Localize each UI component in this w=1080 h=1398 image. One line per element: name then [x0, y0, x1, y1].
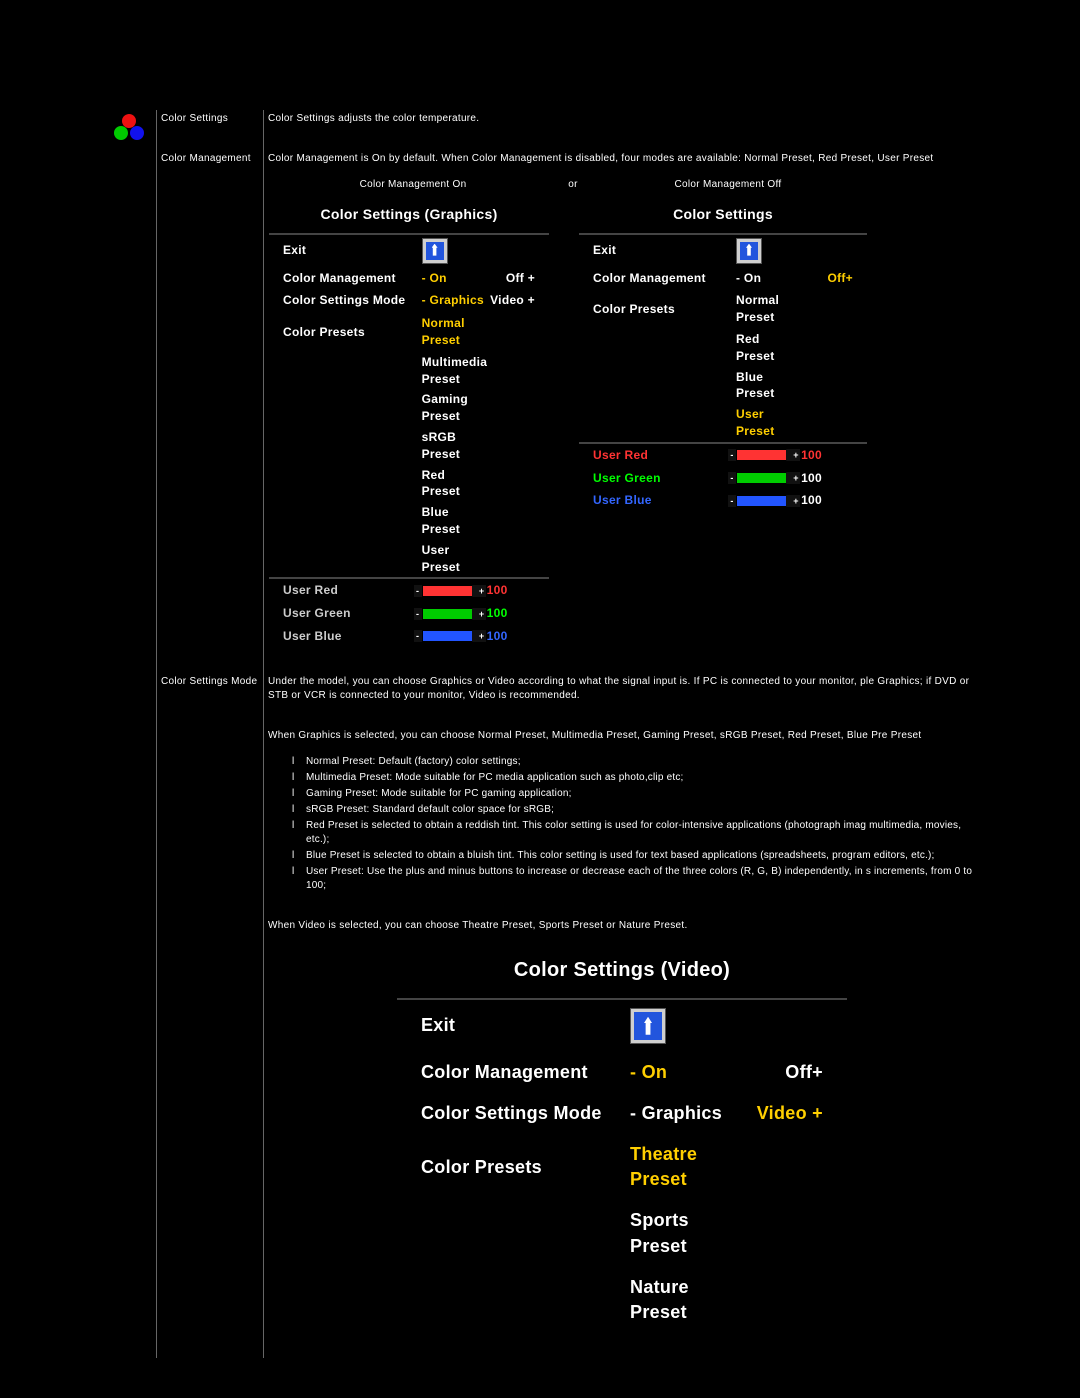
- bullet-item: Red Preset is selected to obtain a reddi…: [292, 819, 976, 847]
- osd-title: Color Settings (Video): [397, 942, 847, 998]
- osd-item-color-management[interactable]: Color Management: [283, 270, 422, 287]
- osd-item-presets[interactable]: Color Presets: [593, 301, 736, 318]
- bullet-item: Gaming Preset: Mode suitable for PC gami…: [292, 787, 976, 801]
- osd-mode-video: Video +: [743, 1101, 823, 1126]
- preset-item[interactable]: Nature Preset: [630, 1275, 743, 1325]
- slider-red[interactable]: -+: [422, 585, 478, 597]
- osd-exit[interactable]: Exit: [283, 242, 422, 259]
- osd-value-off[interactable]: Off +: [485, 270, 535, 287]
- osd-user-blue[interactable]: User Blue: [593, 492, 736, 509]
- osd-mode-graphics: - Graphics: [422, 292, 485, 309]
- osd-exit[interactable]: Exit: [421, 1013, 630, 1038]
- bullet-item: Blue Preset is selected to obtain a blui…: [292, 849, 976, 863]
- preset-item[interactable]: Normal Preset: [422, 315, 485, 349]
- osd-graphics: Color Settings (Graphics) Exit Color Man…: [268, 196, 550, 649]
- preset-item[interactable]: Red Preset: [422, 467, 485, 501]
- preset-item[interactable]: Red Preset: [736, 331, 801, 365]
- slider-red[interactable]: -+: [736, 449, 792, 461]
- slider-blue[interactable]: -+: [422, 630, 478, 642]
- preset-bullets: Normal Preset: Default (factory) color s…: [268, 755, 976, 893]
- preset-item[interactable]: Blue Preset: [736, 369, 801, 403]
- preset-item[interactable]: User Preset: [422, 542, 485, 576]
- exit-icon: [736, 238, 762, 264]
- osd-color-settings: Color Settings Exit Color Management - O…: [578, 196, 868, 649]
- caption-cm-on: Color Management On: [268, 178, 558, 192]
- osd-item-presets[interactable]: Color Presets: [283, 324, 422, 341]
- bullet-item: Normal Preset: Default (factory) color s…: [292, 755, 976, 769]
- osd-value-on: - On: [630, 1060, 743, 1085]
- slider-blue[interactable]: -+: [736, 495, 792, 507]
- osd-item-color-management[interactable]: Color Management: [593, 270, 736, 287]
- slider-green[interactable]: -+: [422, 608, 478, 620]
- osd-item-presets[interactable]: Color Presets: [421, 1155, 630, 1180]
- preset-item[interactable]: Normal Preset: [736, 292, 801, 326]
- osd-value-on[interactable]: - On: [736, 270, 801, 287]
- osd-user-green[interactable]: User Green: [593, 470, 736, 487]
- osd-mode-graphics[interactable]: - Graphics: [630, 1101, 743, 1126]
- osd-value-off: Off+: [801, 270, 853, 287]
- exit-icon: [630, 1008, 666, 1044]
- row-label-color-settings: Color Settings: [157, 110, 264, 128]
- osd-item-mode[interactable]: Color Settings Mode: [421, 1101, 630, 1126]
- preset-item[interactable]: Theatre Preset: [630, 1142, 743, 1192]
- osd-exit[interactable]: Exit: [593, 242, 736, 259]
- preset-item[interactable]: Blue Preset: [422, 504, 485, 538]
- osd-user-red[interactable]: User Red: [593, 447, 736, 464]
- osd-video: Color Settings (Video) Exit Color Manage…: [396, 941, 848, 1335]
- preset-item[interactable]: Sports Preset: [630, 1208, 743, 1258]
- osd-title: Color Settings (Graphics): [269, 197, 549, 233]
- bullet-item: sRGB Preset: Standard default color spac…: [292, 803, 976, 817]
- mode-desc-2: When Graphics is selected, you can choos…: [268, 729, 976, 743]
- row-label-color-management: Color Management: [157, 150, 264, 651]
- row-label-color-settings-mode: Color Settings Mode: [157, 673, 264, 1337]
- caption-or: or: [558, 178, 588, 192]
- bullet-item: User Preset: Use the plus and minus butt…: [292, 865, 976, 893]
- preset-item[interactable]: Multimedia Preset: [422, 354, 488, 388]
- osd-user-green[interactable]: User Green: [283, 605, 422, 622]
- row-desc-color-settings: Color Settings adjusts the color tempera…: [264, 110, 981, 128]
- osd-mode-video[interactable]: Video +: [485, 292, 535, 309]
- osd-user-blue[interactable]: User Blue: [283, 628, 422, 645]
- rgb-icon: [114, 114, 148, 144]
- osd-user-red[interactable]: User Red: [283, 582, 422, 599]
- osd-title: Color Settings: [579, 197, 867, 233]
- osd-value-on: - On: [422, 270, 485, 287]
- row-desc-color-management: Color Management is On by default. When …: [268, 152, 976, 166]
- preset-item[interactable]: Gaming Preset: [422, 391, 485, 425]
- osd-item-mode[interactable]: Color Settings Mode: [283, 292, 422, 309]
- mode-desc-1: Under the model, you can choose Graphics…: [268, 675, 976, 703]
- caption-cm-off: Color Management Off: [588, 178, 868, 192]
- bullet-item: Multimedia Preset: Mode suitable for PC …: [292, 771, 976, 785]
- exit-icon: [422, 238, 448, 264]
- preset-item[interactable]: User Preset: [736, 406, 801, 440]
- slider-green[interactable]: -+: [736, 472, 792, 484]
- osd-value-off[interactable]: Off+: [743, 1060, 823, 1085]
- mode-desc-3: When Video is selected, you can choose T…: [268, 919, 976, 933]
- preset-item[interactable]: sRGB Preset: [422, 429, 485, 463]
- osd-item-color-management[interactable]: Color Management: [421, 1060, 630, 1085]
